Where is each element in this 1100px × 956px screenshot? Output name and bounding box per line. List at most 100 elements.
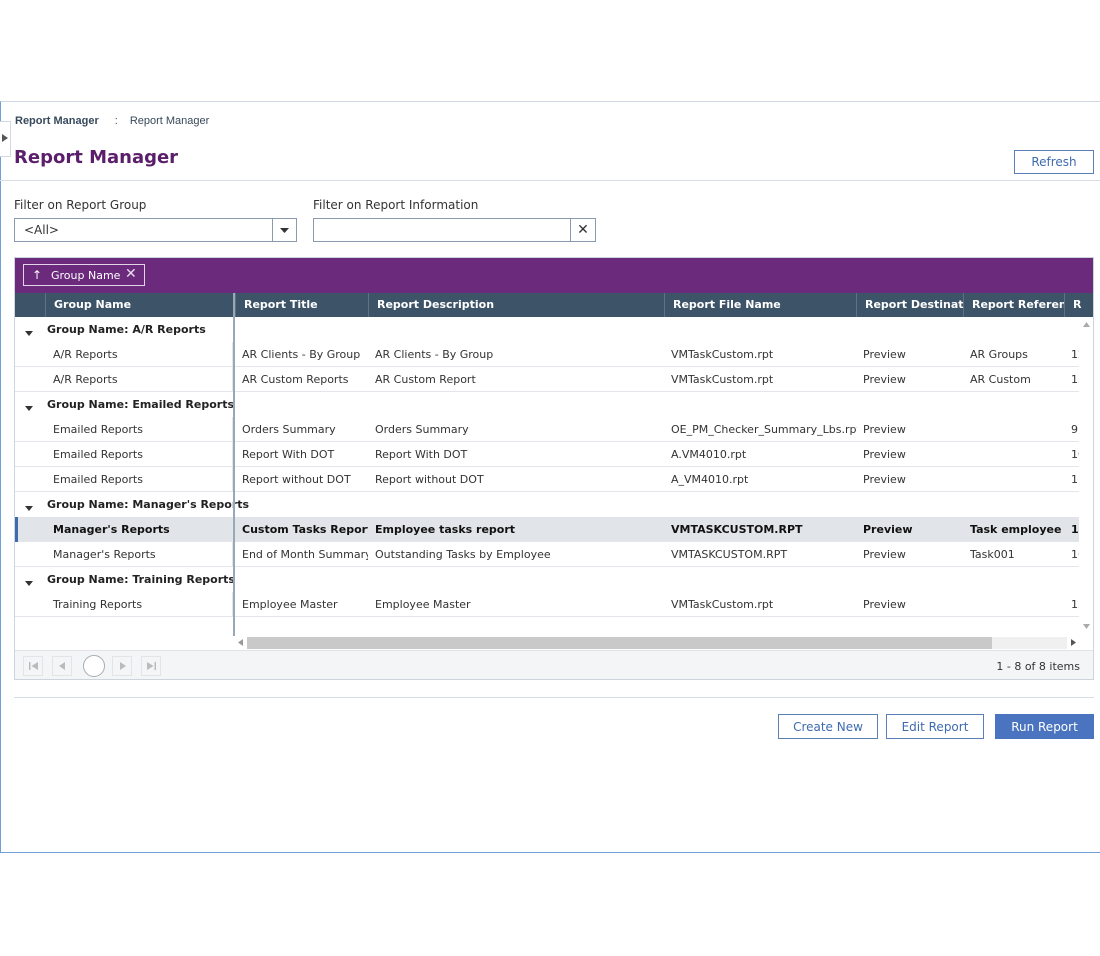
prev-page-icon bbox=[59, 662, 65, 670]
collapse-group-icon[interactable] bbox=[25, 326, 33, 339]
collapse-group-icon[interactable] bbox=[25, 501, 33, 514]
breadcrumb-root[interactable]: Report Manager bbox=[15, 115, 99, 127]
group-chip[interactable]: ↑ Group Name ✕ bbox=[23, 264, 145, 286]
cell-report-r: 10 bbox=[1071, 448, 1079, 461]
info-filter-label: Filter on Report Information bbox=[313, 198, 479, 212]
cell-report-destination: Preview bbox=[863, 598, 906, 611]
cell-report-reference bbox=[962, 417, 1066, 442]
group-header-row: Group Name: A/R Reports bbox=[15, 317, 1079, 342]
scroll-left-icon[interactable] bbox=[238, 639, 243, 646]
report-group-select[interactable]: <All> bbox=[14, 218, 297, 242]
group-chip-label: Group Name bbox=[51, 269, 121, 282]
collapse-group-icon[interactable] bbox=[25, 576, 33, 589]
cell-report-title: End of Month Summarys bbox=[242, 548, 368, 561]
clear-filter-button[interactable]: ✕ bbox=[570, 219, 595, 241]
table-row[interactable]: Training Reports Employee Master Employee … bbox=[15, 592, 1079, 617]
table-row[interactable]: Emailed Reports Report without DOT Report … bbox=[15, 467, 1079, 492]
divider bbox=[14, 697, 1094, 698]
caret-down-icon bbox=[280, 228, 289, 233]
cell-group-name: Training Reports bbox=[45, 592, 233, 617]
scroll-down-icon[interactable] bbox=[1083, 624, 1090, 629]
report-info-input[interactable] bbox=[314, 219, 570, 241]
cell-report-description: Employee Master bbox=[375, 598, 471, 611]
cell-report-file-name: A_VM4010.rpt bbox=[671, 473, 749, 486]
cell-report-title: Report without DOT bbox=[242, 473, 351, 486]
run-report-button[interactable]: Run Report bbox=[995, 714, 1094, 739]
table-row[interactable]: A/R Reports AR Custom Reports AR Custom Re… bbox=[15, 367, 1079, 392]
cell-report-title: AR Custom Reports bbox=[242, 373, 349, 386]
table-row[interactable]: Emailed Reports Orders Summary Orders Summ… bbox=[15, 417, 1079, 442]
group-header-label: Group Name: Manager's Reports bbox=[47, 498, 250, 511]
horizontal-scrollbar[interactable] bbox=[235, 635, 1079, 651]
cell-report-description: Employee tasks report bbox=[375, 523, 516, 536]
cell-report-title: Custom Tasks Report bbox=[242, 523, 368, 536]
pager: 1 - 8 of 8 items bbox=[15, 650, 1093, 679]
header-report-description[interactable]: Report Description bbox=[368, 293, 664, 317]
vertical-scrollbar[interactable] bbox=[1079, 317, 1093, 635]
pager-info: 1 - 8 of 8 items bbox=[996, 660, 1080, 673]
cell-report-description: AR Custom Report bbox=[375, 373, 476, 386]
header-report-file-name[interactable]: Report File Name bbox=[664, 293, 856, 317]
cell-report-reference: AR Custom bbox=[970, 373, 1031, 386]
cell-report-destination: Preview bbox=[863, 548, 906, 561]
prev-page-button[interactable] bbox=[52, 656, 72, 676]
edit-report-button[interactable]: Edit Report bbox=[886, 714, 984, 739]
cell-report-description: Report With DOT bbox=[375, 448, 468, 461]
header-report-title[interactable]: Report Title bbox=[235, 293, 368, 317]
cell-report-reference: Task001 bbox=[970, 548, 1015, 561]
cell-report-file-name: A.VM4010.rpt bbox=[671, 448, 747, 461]
scroll-right-icon[interactable] bbox=[1071, 639, 1076, 646]
cell-report-description: AR Clients - By Group bbox=[375, 348, 494, 361]
group-header-label: Group Name: Emailed Reports bbox=[47, 398, 235, 411]
table-row[interactable]: A/R Reports AR Clients - By Group AR Clien… bbox=[15, 342, 1079, 367]
cell-report-file-name: VMTASKCUSTOM.RPT bbox=[671, 548, 788, 561]
breadcrumb: Report Manager: Report Manager bbox=[15, 115, 209, 127]
cell-report-reference: Task employee bbox=[970, 523, 1062, 536]
cell-report-destination: Preview bbox=[863, 423, 906, 436]
cell-report-title: Report With DOT bbox=[242, 448, 335, 461]
cell-report-description: Orders Summary bbox=[375, 423, 469, 436]
group-header-row: Group Name: Emailed Reports bbox=[15, 392, 1079, 417]
cell-report-r: 15 bbox=[1071, 598, 1079, 611]
page-title: Report Manager bbox=[14, 147, 179, 168]
first-page-button[interactable] bbox=[23, 656, 43, 676]
dropdown-button[interactable] bbox=[272, 219, 296, 241]
cell-report-description: Outstanding Tasks by Employee bbox=[375, 548, 551, 561]
page-indicator[interactable] bbox=[83, 655, 105, 677]
cell-report-r: 13 bbox=[1071, 373, 1079, 386]
table-row-selected[interactable]: Manager's Reports Custom Tasks Report Empl… bbox=[15, 517, 1079, 542]
sidebar-expand-toggle[interactable] bbox=[0, 121, 11, 157]
first-page-icon bbox=[29, 662, 38, 670]
chevron-right-icon bbox=[2, 134, 8, 142]
next-page-button[interactable] bbox=[112, 656, 132, 676]
refresh-button[interactable]: Refresh bbox=[1014, 150, 1094, 174]
header-report-destination[interactable]: Report Destination bbox=[856, 293, 963, 317]
cell-group-name: Manager's Reports bbox=[45, 542, 233, 567]
cell-group-name: Emailed Reports bbox=[45, 442, 233, 467]
group-header-row: Group Name: Training Reports bbox=[15, 567, 1079, 592]
grouping-bar: ↑ Group Name ✕ bbox=[15, 258, 1093, 293]
header-report-r[interactable]: R bbox=[1064, 293, 1093, 317]
sort-ascending-icon[interactable]: ↑ bbox=[32, 268, 42, 282]
create-new-button[interactable]: Create New bbox=[778, 714, 878, 739]
table-row[interactable]: Manager's Reports End of Month Summarys Ou… bbox=[15, 542, 1079, 567]
cell-report-r: 11 bbox=[1071, 473, 1079, 486]
cell-report-r: 9 bbox=[1071, 423, 1078, 436]
breadcrumb-current: Report Manager bbox=[129, 115, 210, 127]
cell-group-name: A/R Reports bbox=[45, 367, 233, 392]
header-group-name[interactable]: Group Name bbox=[45, 293, 234, 317]
table-row[interactable]: Emailed Reports Report With DOT Report Wit… bbox=[15, 442, 1079, 467]
selection-indicator bbox=[15, 517, 18, 542]
cell-report-r: 12 bbox=[1071, 348, 1079, 361]
last-page-button[interactable] bbox=[141, 656, 161, 676]
close-icon[interactable]: ✕ bbox=[125, 266, 137, 282]
scroll-up-icon[interactable] bbox=[1083, 322, 1090, 327]
cell-report-file-name: OE_PM_Checker_Summary_Lbs.rpt bbox=[671, 423, 857, 436]
cell-report-destination: Preview bbox=[863, 523, 913, 536]
grid-header: Group Name Report Title Report Descripti… bbox=[15, 293, 1093, 317]
report-group-select-value: <All> bbox=[24, 223, 59, 237]
collapse-group-icon[interactable] bbox=[25, 401, 33, 414]
scroll-thumb[interactable] bbox=[247, 637, 992, 649]
cell-report-file-name: VMTaskCustom.rpt bbox=[671, 373, 774, 386]
header-report-reference[interactable]: Report Reference bbox=[963, 293, 1064, 317]
